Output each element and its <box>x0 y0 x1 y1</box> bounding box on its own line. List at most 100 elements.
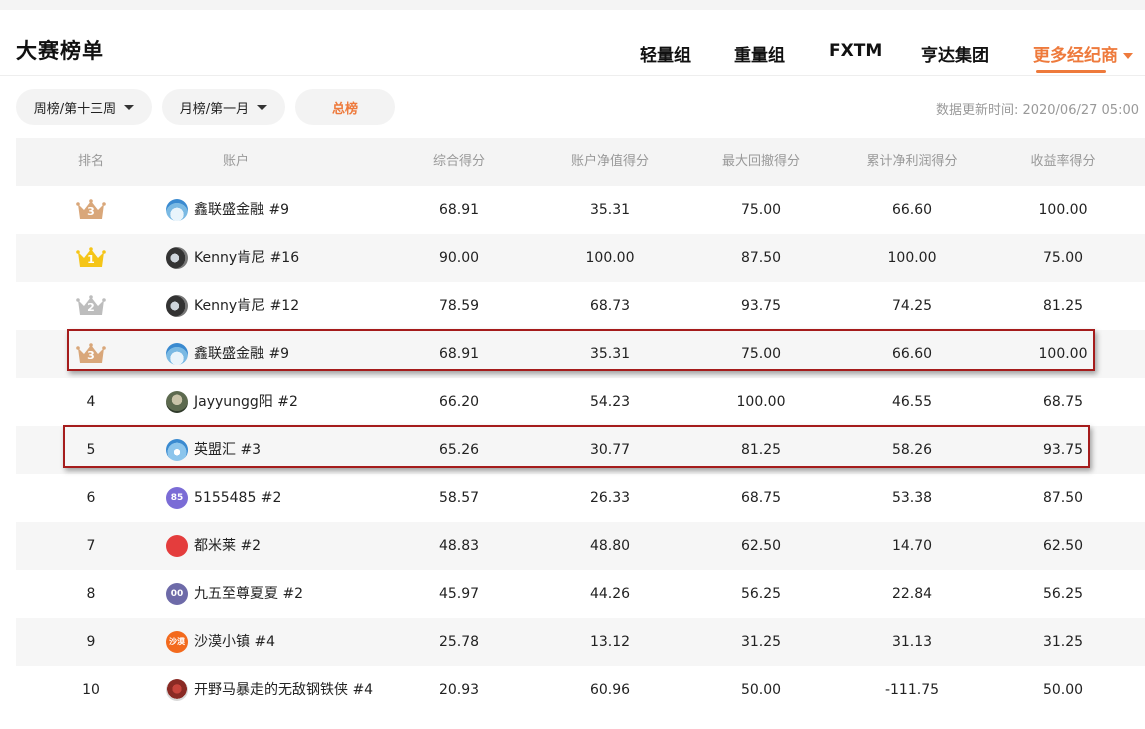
avatar: 00 <box>166 583 188 605</box>
net-profit-score-cell: 66.60 <box>891 346 933 362</box>
tab-fxtm[interactable]: FXTM <box>829 41 882 61</box>
net-profit-score-cell: 31.13 <box>891 634 933 650</box>
account-cell[interactable]: Jayyungg阳 #2 <box>166 378 396 426</box>
equity-score-cell: 35.31 <box>589 346 631 362</box>
account-name[interactable]: 5155485 #2 <box>194 474 281 522</box>
table-row[interactable]: 3 鑫联盛金融 #9 68.91 35.31 75.00 66.60 100.00 <box>16 186 1145 234</box>
rank-cell: 5 <box>86 442 96 458</box>
rank-cell: 8 <box>86 586 96 602</box>
rank-number: 3 <box>87 205 95 218</box>
account-cell[interactable]: 鑫联盛金融 #9 <box>166 186 396 234</box>
equity-score-cell: 60.96 <box>589 682 631 698</box>
drawdown-score-cell: 68.75 <box>740 490 782 506</box>
month-dropdown[interactable]: 月榜/第一月 <box>162 89 285 125</box>
return-score-cell: 100.00 <box>1038 346 1088 362</box>
return-score-cell: 31.25 <box>1042 634 1084 650</box>
rank-cell: 10 <box>82 682 100 698</box>
col-account: 账户 <box>222 154 249 169</box>
net-profit-score-cell: 22.84 <box>891 586 933 602</box>
table-row[interactable]: 8 00 九五至尊夏夏 #2 45.97 44.26 56.25 22.84 56.25 <box>16 570 1145 618</box>
avatar <box>166 535 188 557</box>
account-wrapper: 英盟汇 #3 <box>166 426 396 474</box>
account-name[interactable]: 都米莱 #2 <box>194 522 261 570</box>
ranking-table: 排名 账户 综合得分 账户净值得分 最大回撤得分 累计净利润得分 收益率得分 3… <box>16 138 1145 714</box>
table-row[interactable]: 7 都米莱 #2 48.83 48.80 62.50 14.70 62.50 <box>16 522 1145 570</box>
net-profit-score-cell: 74.25 <box>891 298 933 314</box>
total-ranking-button[interactable]: 总榜 <box>295 89 395 125</box>
account-name[interactable]: 沙漠小镇 #4 <box>194 618 275 666</box>
rank-cell: 4 <box>86 394 96 410</box>
account-name[interactable]: Kenny肯尼 #12 <box>194 282 299 330</box>
account-wrapper: Jayyungg阳 #2 <box>166 378 396 426</box>
account-cell[interactable]: 开野马暴走的无敌钢铁侠 #4 <box>166 666 396 714</box>
active-tab-underline <box>1036 70 1106 73</box>
net-profit-score-cell: 66.60 <box>891 202 933 218</box>
net-profit-score-cell: 100.00 <box>887 250 937 266</box>
account-cell[interactable]: 沙漠 沙漠小镇 #4 <box>166 618 396 666</box>
drawdown-score-cell: 81.25 <box>740 442 782 458</box>
account-cell[interactable]: 鑫联盛金融 #9 <box>166 330 396 378</box>
caret-down-icon <box>124 104 135 110</box>
table-row[interactable]: 3 鑫联盛金融 #9 68.91 35.31 75.00 66.60 100.00 <box>16 330 1145 378</box>
return-score-cell: 87.50 <box>1042 490 1084 506</box>
rank-cell: 7 <box>86 538 96 554</box>
table-row[interactable]: 4 Jayyungg阳 #2 66.20 54.23 100.00 46.55 68.75 <box>16 378 1145 426</box>
account-name[interactable]: 英盟汇 #3 <box>194 426 261 474</box>
crown-icon: 1 <box>76 246 106 270</box>
table-row[interactable]: 10 开野马暴走的无敌钢铁侠 #4 20.93 60.96 50.00 -111.75 50… <box>16 666 1145 714</box>
table-row[interactable]: 6 85 5155485 #2 58.57 26.33 68.75 53.38 87.50 <box>16 474 1145 522</box>
rank-cell: 2 <box>31 282 151 330</box>
tab-light-group[interactable]: 轻量组 <box>640 41 691 66</box>
account-cell[interactable]: 85 5155485 #2 <box>166 474 396 522</box>
equity-score-cell: 26.33 <box>589 490 631 506</box>
return-score-cell: 75.00 <box>1042 250 1084 266</box>
tab-heavy-group[interactable]: 重量组 <box>734 41 785 66</box>
account-name[interactable]: 开野马暴走的无敌钢铁侠 #4 <box>194 666 373 714</box>
table-row[interactable]: 9 沙漠 沙漠小镇 #4 25.78 13.12 31.25 31.13 31.25 <box>16 618 1145 666</box>
tab-more-brokers-label: 更多经纪商 <box>1033 46 1118 66</box>
equity-score-cell: 35.31 <box>589 202 631 218</box>
equity-score-cell: 13.12 <box>589 634 631 650</box>
tab-more-brokers[interactable]: 更多经纪商 <box>1033 41 1133 66</box>
avatar <box>166 439 188 461</box>
return-score-cell: 56.25 <box>1042 586 1084 602</box>
account-wrapper: 85 5155485 #2 <box>166 474 396 522</box>
return-score-cell: 93.75 <box>1042 442 1084 458</box>
equity-score-cell: 44.26 <box>589 586 631 602</box>
tab-hantec[interactable]: 亨达集团 <box>921 41 989 66</box>
account-name[interactable]: 鑫联盛金融 #9 <box>194 330 289 378</box>
header: 大赛榜单 轻量组 重量组 FXTM 亨达集团 更多经纪商 <box>0 10 1145 76</box>
drawdown-score-cell: 56.25 <box>740 586 782 602</box>
account-cell[interactable]: Kenny肯尼 #12 <box>166 282 396 330</box>
table-header: 排名 账户 综合得分 账户净值得分 最大回撤得分 累计净利润得分 收益率得分 <box>16 138 1145 186</box>
account-name[interactable]: Jayyungg阳 #2 <box>194 378 298 426</box>
return-score-cell: 81.25 <box>1042 298 1084 314</box>
week-dropdown[interactable]: 周榜/第十三周 <box>16 89 152 125</box>
equity-score-cell: 48.80 <box>589 538 631 554</box>
account-cell[interactable]: 英盟汇 #3 <box>166 426 396 474</box>
account-name[interactable]: 鑫联盛金融 #9 <box>194 186 289 234</box>
account-wrapper: 鑫联盛金融 #9 <box>166 186 396 234</box>
table-row[interactable]: 1 Kenny肯尼 #16 90.00 100.00 87.50 100.00 75.00 <box>16 234 1145 282</box>
equity-score-cell: 54.23 <box>589 394 631 410</box>
account-cell[interactable]: 00 九五至尊夏夏 #2 <box>166 570 396 618</box>
rank-cell: 9 <box>86 634 96 650</box>
account-cell[interactable]: Kenny肯尼 #16 <box>166 234 396 282</box>
account-cell[interactable]: 都米莱 #2 <box>166 522 396 570</box>
account-wrapper: 00 九五至尊夏夏 #2 <box>166 570 396 618</box>
account-name[interactable]: Kenny肯尼 #16 <box>194 234 299 282</box>
rank-cell: 6 <box>86 490 96 506</box>
total-score-cell: 78.59 <box>438 298 480 314</box>
table-row[interactable]: 5 英盟汇 #3 65.26 30.77 81.25 58.26 93.75 <box>16 426 1145 474</box>
broker-tabs: 轻量组 重量组 FXTM 亨达集团 更多经纪商 <box>0 41 1145 71</box>
account-name[interactable]: 九五至尊夏夏 #2 <box>194 570 303 618</box>
total-score-cell: 65.26 <box>438 442 480 458</box>
total-score-cell: 25.78 <box>438 634 480 650</box>
equity-score-cell: 68.73 <box>589 298 631 314</box>
total-score-cell: 66.20 <box>438 394 480 410</box>
net-profit-score-cell: 53.38 <box>891 490 933 506</box>
table-row[interactable]: 2 Kenny肯尼 #12 78.59 68.73 93.75 74.25 81.25 <box>16 282 1145 330</box>
crown-icon: 3 <box>76 342 106 366</box>
col-return-score: 收益率得分 <box>1030 154 1096 169</box>
net-profit-score-cell: 14.70 <box>891 538 933 554</box>
